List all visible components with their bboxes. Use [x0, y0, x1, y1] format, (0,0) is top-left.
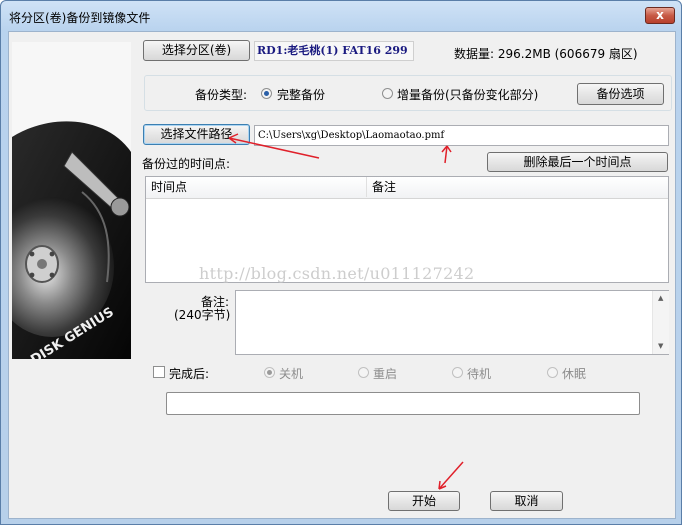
dialog-window: 将分区(卷)备份到镜像文件 x DISK GENIUS 选择分区(卷) RD1:…	[0, 0, 682, 525]
arrow-to-start	[438, 461, 464, 490]
annotation-overlay	[228, 133, 464, 490]
annotation-arrows	[228, 133, 464, 490]
arrow-to-file-button	[228, 137, 320, 159]
